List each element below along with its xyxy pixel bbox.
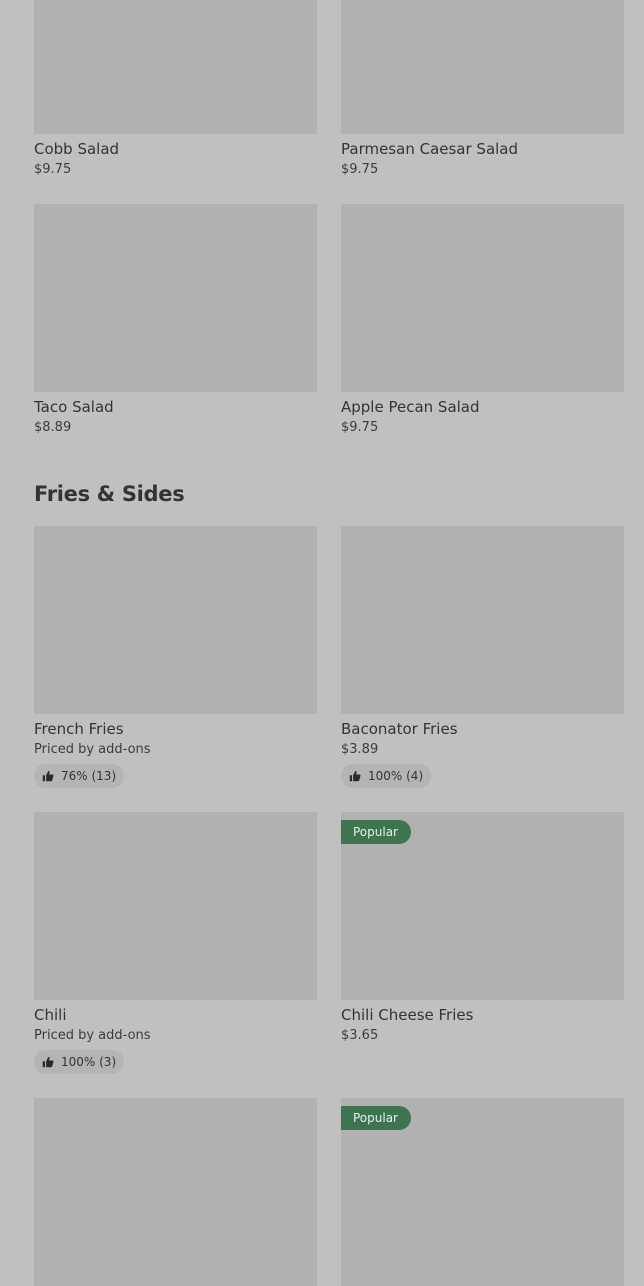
menu-item-image (341, 0, 624, 134)
menu-item-image: Popular (341, 1098, 624, 1286)
rating-pill: 100% (3) (34, 1050, 125, 1074)
menu-item-price: Priced by add-ons (34, 1028, 151, 1043)
menu-item-image (34, 204, 317, 392)
rating-text: 100% (4) (368, 769, 424, 783)
menu-item-name: French Fries (34, 720, 124, 738)
menu-item-name: Cobb Salad (34, 140, 120, 158)
popular-badge: Popular (341, 820, 411, 844)
menu-item-name: Apple Pecan Salad (341, 398, 480, 416)
menu-item-name: Chili (34, 1006, 67, 1024)
menu-item-price: Priced by add-ons (34, 742, 151, 757)
menu-item-card[interactable] (34, 1098, 317, 1286)
rating-pill: 100% (4) (341, 764, 432, 788)
menu-item-image (34, 1098, 317, 1286)
menu-item-price: $8.89 (34, 420, 72, 435)
rating-text: 100% (3) (61, 1055, 117, 1069)
menu-item-name: Chili Cheese Fries (341, 1006, 474, 1024)
menu-item-card[interactable]: Popular Chili Cheese Fries $3.65 (341, 812, 624, 1044)
menu-item-price: $3.65 (341, 1028, 379, 1043)
menu-item-image (341, 526, 624, 714)
menu-item-name: Parmesan Caesar Salad (341, 140, 519, 158)
menu-item-price: $9.75 (341, 420, 379, 435)
section-title: Fries & Sides (34, 482, 185, 506)
menu-item-name: Taco Salad (34, 398, 114, 416)
menu-item-image (34, 812, 317, 1000)
rating-pill: 76% (13) (34, 764, 125, 788)
menu-item-card[interactable]: Taco Salad $8.89 (34, 204, 317, 436)
thumbs-up-icon (42, 1056, 54, 1068)
rating-text: 76% (13) (61, 769, 117, 783)
menu-item-card[interactable]: Apple Pecan Salad $9.75 (341, 204, 624, 436)
menu-item-price: $9.75 (341, 162, 379, 177)
menu-item-card[interactable]: Baconator Fries $3.89 100% (4) (341, 526, 624, 788)
menu-item-image (34, 0, 317, 134)
menu-item-price: $3.89 (341, 742, 379, 757)
menu-item-name: Baconator Fries (341, 720, 458, 738)
menu-item-image (341, 204, 624, 392)
menu-item-card[interactable]: Cobb Salad $9.75 (34, 0, 317, 178)
menu-item-price: $9.75 (34, 162, 72, 177)
menu-item-card[interactable]: Parmesan Caesar Salad $9.75 (341, 0, 624, 178)
thumbs-up-icon (42, 770, 54, 782)
menu-item-card[interactable]: Chili Priced by add-ons 100% (3) (34, 812, 317, 1074)
menu-item-image (34, 526, 317, 714)
menu-item-image: Popular (341, 812, 624, 1000)
thumbs-up-icon (349, 770, 361, 782)
popular-badge: Popular (341, 1106, 411, 1130)
menu-item-card[interactable]: Popular (341, 1098, 624, 1286)
menu-item-card[interactable]: French Fries Priced by add-ons 76% (13) (34, 526, 317, 788)
